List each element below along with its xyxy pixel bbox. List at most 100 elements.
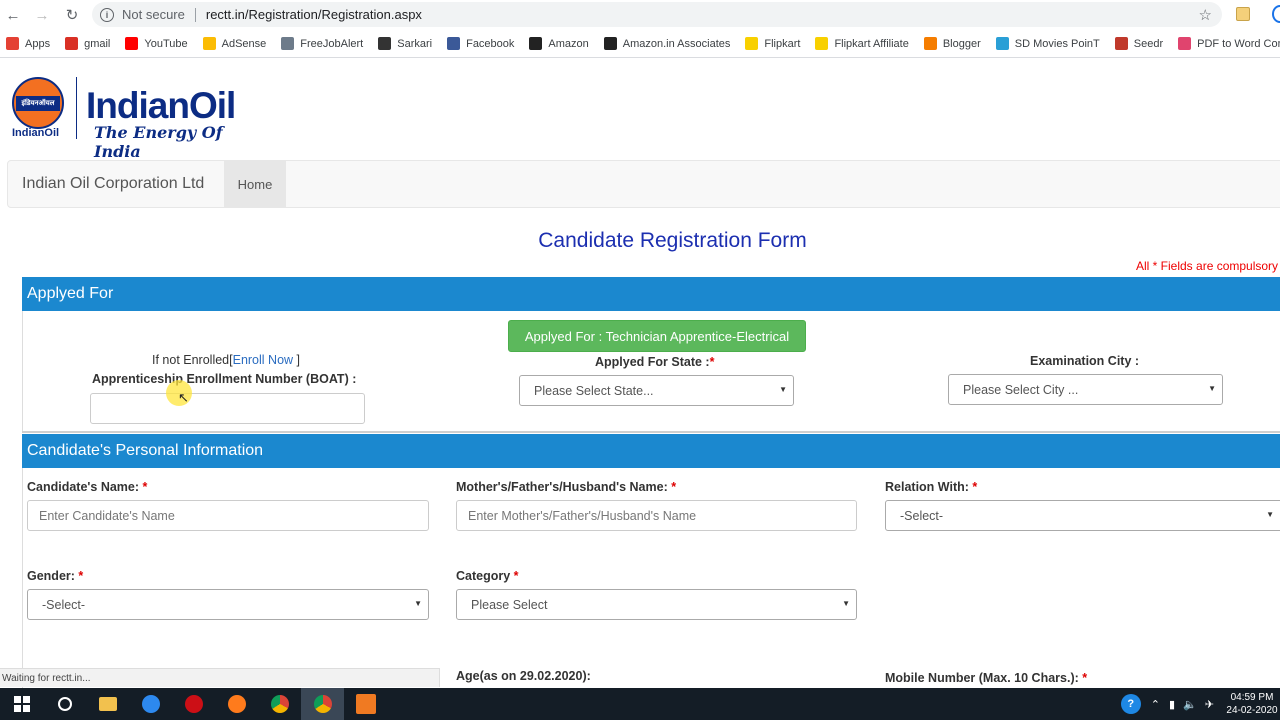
taskbar-clock[interactable]: 04:59 PM 24-02-2020 [1224, 691, 1280, 717]
emblem-hindi-text: इंडियनऑयल [16, 96, 60, 111]
gender-label-text: Gender: [27, 569, 75, 583]
required-mark: * [513, 569, 519, 583]
bookmark-item[interactable]: FreeJobAlert [281, 37, 363, 50]
bookmark-label: Flipkart Affiliate [834, 37, 909, 50]
help-icon[interactable]: ? [1120, 694, 1141, 714]
back-icon[interactable]: ← [1, 3, 25, 27]
nav-home-link[interactable]: Home [224, 161, 286, 207]
bookmark-item[interactable]: gmail [65, 37, 110, 50]
profile-avatar[interactable] [1272, 5, 1280, 23]
sd-movies-icon [995, 37, 1009, 50]
bookmark-item[interactable]: AdSense [202, 37, 266, 50]
bookmark-item[interactable]: PDF to Word Converter [1178, 37, 1280, 50]
parent-name-placeholder: Enter Mother's/Father's/Husband's Name [468, 508, 697, 523]
bookmark-item[interactable]: Amazon [529, 37, 589, 50]
required-mark: * [671, 480, 677, 494]
airplane-mode-icon[interactable]: ✈ [1205, 698, 1214, 711]
bookmark-label: FreeJobAlert [300, 37, 364, 50]
navbar-brand[interactable]: Indian Oil Corporation Ltd [22, 175, 204, 193]
chrome-icon[interactable] [258, 688, 301, 720]
seedr-icon [1114, 37, 1128, 50]
bookmark-label: Amazon [548, 37, 589, 50]
bookmark-item[interactable]: Seedr [1114, 37, 1163, 50]
relation-select[interactable]: -Select- ▼ [885, 500, 1280, 531]
bookmark-item[interactable]: Sarkari [378, 37, 432, 50]
opera-icon[interactable] [172, 688, 215, 720]
exam-city-label: Examination City : [1030, 354, 1140, 368]
bookmark-item[interactable]: Amazon.in Associates [603, 37, 731, 50]
bookmark-label: Facebook [466, 37, 515, 50]
category-label-text: Category [456, 569, 511, 583]
bookmark-item[interactable]: Flipkart [745, 37, 800, 50]
mobile-label-text: Mobile Number (Max. 10 Chars.): [885, 671, 1079, 685]
windows-taskbar: ? ⌃ ▮ 🔈 ✈ 04:59 PM 24-02-2020 [0, 688, 1280, 720]
chrome-active-icon[interactable] [301, 688, 344, 720]
enroll-hint-prefix: If not Enrolled[ [152, 353, 233, 367]
category-select[interactable]: Please Select ▼ [456, 589, 857, 620]
candidate-name-input[interactable]: Enter Candidate's Name [27, 500, 429, 531]
bookmark-label: Apps [25, 37, 51, 50]
bookmark-item[interactable]: SD Movies PoinT [995, 37, 1100, 50]
bookmark-label: YouTube [144, 37, 188, 50]
battery-icon[interactable]: ▮ [1169, 698, 1175, 711]
bookmark-item[interactable]: Blogger [923, 37, 981, 50]
extension-icon[interactable] [1236, 7, 1250, 21]
applied-for-section-header: Applyed For [22, 277, 1280, 311]
candidate-name-placeholder: Enter Candidate's Name [39, 508, 175, 523]
bookmark-label: Amazon.in Associates [622, 37, 731, 50]
bookmark-item[interactable]: Flipkart Affiliate [815, 37, 909, 50]
logo-tagline: The Energy Of India [94, 123, 223, 161]
chevron-down-icon: ▼ [779, 385, 787, 394]
bookmark-label: PDF to Word Converter [1197, 37, 1280, 50]
category-label: Category * [456, 569, 519, 583]
applied-for-post-button[interactable]: Applyed For : Technician Apprentice-Elec… [508, 320, 806, 352]
exam-city-select-value: Please Select City ... [963, 382, 1079, 397]
required-mark: * [972, 480, 978, 494]
file-explorer-icon[interactable] [86, 688, 129, 720]
forward-icon[interactable]: → [30, 3, 54, 27]
bookmark-label: Sarkari [397, 37, 433, 50]
relation-label-text: Relation With: [885, 480, 969, 494]
exam-city-select[interactable]: Please Select City ... ▼ [948, 374, 1223, 405]
gender-select[interactable]: -Select- ▼ [27, 589, 429, 620]
state-select[interactable]: Please Select State... ▼ [519, 375, 794, 406]
flipkart-icon [815, 37, 829, 50]
reload-icon[interactable]: ↻ [60, 3, 84, 27]
url-text[interactable]: rectt.in/Registration/Registration.aspx [206, 7, 422, 22]
boat-number-input[interactable] [90, 393, 365, 424]
firefox-icon[interactable] [215, 688, 258, 720]
bookmarks-bar: Apps gmail YouTube AdSense FreeJobAlert Sarka… [0, 30, 1280, 58]
amazon-icon [603, 37, 617, 50]
relation-label: Relation With: * [885, 480, 977, 494]
gmail-icon [65, 37, 79, 50]
chevron-down-icon: ▼ [1208, 384, 1216, 393]
address-bar[interactable]: i Not secure rectt.in/Registration/Regis… [92, 2, 1222, 27]
bookmark-label: SD Movies PoinT [1014, 37, 1100, 50]
search-icon[interactable] [43, 688, 86, 720]
emblem-caption: IndianOil [12, 127, 60, 139]
flipkart-icon [745, 37, 759, 50]
facebook-icon [447, 37, 461, 50]
mouse-cursor-icon: ↖ [178, 390, 189, 405]
relation-select-value: -Select- [900, 508, 944, 523]
chevron-down-icon: ▼ [842, 599, 850, 608]
bookmark-item[interactable]: Facebook [447, 37, 514, 50]
status-bar: Waiting for rectt.in... [0, 668, 440, 687]
logo-wordmark: IndianOil [86, 85, 236, 126]
bookmark-item[interactable]: YouTube [125, 37, 188, 50]
omnibox-divider [194, 7, 196, 22]
info-icon[interactable]: i [100, 7, 114, 22]
volume-icon[interactable]: 🔈 [1183, 698, 1197, 711]
chevron-up-icon[interactable]: ⌃ [1151, 698, 1160, 711]
bookmark-star-icon[interactable]: ☆ [1199, 6, 1212, 24]
required-mark: * [1082, 671, 1088, 685]
windows-start-icon[interactable] [0, 688, 43, 720]
enroll-now-link[interactable]: Enroll Now [233, 353, 293, 367]
parent-name-input[interactable]: Enter Mother's/Father's/Husband's Name [456, 500, 857, 531]
edge-icon[interactable] [129, 688, 172, 720]
bookmark-item[interactable]: Apps [6, 37, 50, 50]
site-navbar: Indian Oil Corporation Ltd Home [7, 160, 1280, 208]
system-tray: ? ⌃ ▮ 🔈 ✈ 04:59 PM 24-02-2020 [1120, 688, 1280, 720]
app-icon[interactable] [344, 688, 387, 720]
youtube-icon [125, 37, 139, 50]
